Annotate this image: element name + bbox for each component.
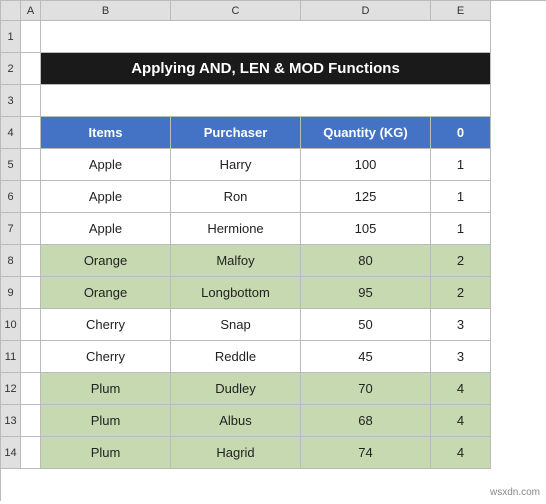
cell-quantity-11: 45	[301, 341, 431, 373]
cell-a13	[21, 405, 41, 437]
cell-purchaser-10: Snap	[171, 309, 301, 341]
cell-quantity-9: 95	[301, 277, 431, 309]
cell-value-9: 2	[431, 277, 491, 309]
cell-value-11: 3	[431, 341, 491, 373]
col-header-e: E	[431, 1, 491, 21]
grid: A B C D E 1 2 Applying AND, LEN & MOD Fu…	[0, 0, 546, 501]
cell-purchaser-9: Longbottom	[171, 277, 301, 309]
cell-quantity-8: 80	[301, 245, 431, 277]
spreadsheet-title: Applying AND, LEN & MOD Functions	[41, 53, 491, 85]
col-items-header: Items	[41, 117, 171, 149]
cell-quantity-7: 105	[301, 213, 431, 245]
cell-item-6: Apple	[41, 181, 171, 213]
cell-item-14: Plum	[41, 437, 171, 469]
cell-a8	[21, 245, 41, 277]
cell-purchaser-7: Hermione	[171, 213, 301, 245]
cell-a6	[21, 181, 41, 213]
cell-value-13: 4	[431, 405, 491, 437]
cell-value-7: 1	[431, 213, 491, 245]
cell-purchaser-11: Reddle	[171, 341, 301, 373]
cell-item-13: Plum	[41, 405, 171, 437]
cell-item-5: Apple	[41, 149, 171, 181]
cell-value-10: 3	[431, 309, 491, 341]
row-header-12: 12	[1, 373, 21, 405]
cell-item-8: Orange	[41, 245, 171, 277]
cell-quantity-12: 70	[301, 373, 431, 405]
col-header-c: C	[171, 1, 301, 21]
cell-a12	[21, 373, 41, 405]
spreadsheet: A B C D E 1 2 Applying AND, LEN & MOD Fu…	[0, 0, 546, 504]
cell-item-12: Plum	[41, 373, 171, 405]
cell-a7	[21, 213, 41, 245]
cell-value-6: 1	[431, 181, 491, 213]
col-header-empty1	[1, 1, 21, 21]
col-purchaser-header: Purchaser	[171, 117, 301, 149]
row-header-4: 4	[1, 117, 21, 149]
cell-value-12: 4	[431, 373, 491, 405]
row-header-1: 1	[1, 21, 21, 53]
cell-purchaser-5: Harry	[171, 149, 301, 181]
cell-a11	[21, 341, 41, 373]
row-header-3: 3	[1, 85, 21, 117]
cell-a14	[21, 437, 41, 469]
cell-quantity-5: 100	[301, 149, 431, 181]
cell-b3-e3	[41, 85, 491, 117]
row-header-6: 6	[1, 181, 21, 213]
cell-value-5: 1	[431, 149, 491, 181]
row-header-14: 14	[1, 437, 21, 469]
cell-quantity-10: 50	[301, 309, 431, 341]
cell-value-14: 4	[431, 437, 491, 469]
cell-value-8: 2	[431, 245, 491, 277]
col-header-d: D	[301, 1, 431, 21]
cell-quantity-13: 68	[301, 405, 431, 437]
cell-purchaser-6: Ron	[171, 181, 301, 213]
cell-a4	[21, 117, 41, 149]
row-header-5: 5	[1, 149, 21, 181]
row-header-2: 2	[1, 53, 21, 85]
cell-a9	[21, 277, 41, 309]
cell-a3	[21, 85, 41, 117]
cell-a2	[21, 53, 41, 85]
row-header-8: 8	[1, 245, 21, 277]
watermark: wsxdn.com	[490, 487, 540, 498]
cell-item-7: Apple	[41, 213, 171, 245]
cell-quantity-6: 125	[301, 181, 431, 213]
cell-item-11: Cherry	[41, 341, 171, 373]
col-header-a: A	[21, 1, 41, 21]
row-header-13: 13	[1, 405, 21, 437]
col-zero-header: 0	[431, 117, 491, 149]
cell-purchaser-8: Malfoy	[171, 245, 301, 277]
cell-purchaser-13: Albus	[171, 405, 301, 437]
cell-a5	[21, 149, 41, 181]
col-quantity-header: Quantity (KG)	[301, 117, 431, 149]
cell-b1-e1	[41, 21, 491, 53]
cell-a1	[21, 21, 41, 53]
cell-purchaser-12: Dudley	[171, 373, 301, 405]
row-header-7: 7	[1, 213, 21, 245]
cell-a10	[21, 309, 41, 341]
col-header-b: B	[41, 1, 171, 21]
cell-quantity-14: 74	[301, 437, 431, 469]
cell-purchaser-14: Hagrid	[171, 437, 301, 469]
row-header-10: 10	[1, 309, 21, 341]
row-header-9: 9	[1, 277, 21, 309]
cell-item-9: Orange	[41, 277, 171, 309]
cell-item-10: Cherry	[41, 309, 171, 341]
row-header-11: 11	[1, 341, 21, 373]
